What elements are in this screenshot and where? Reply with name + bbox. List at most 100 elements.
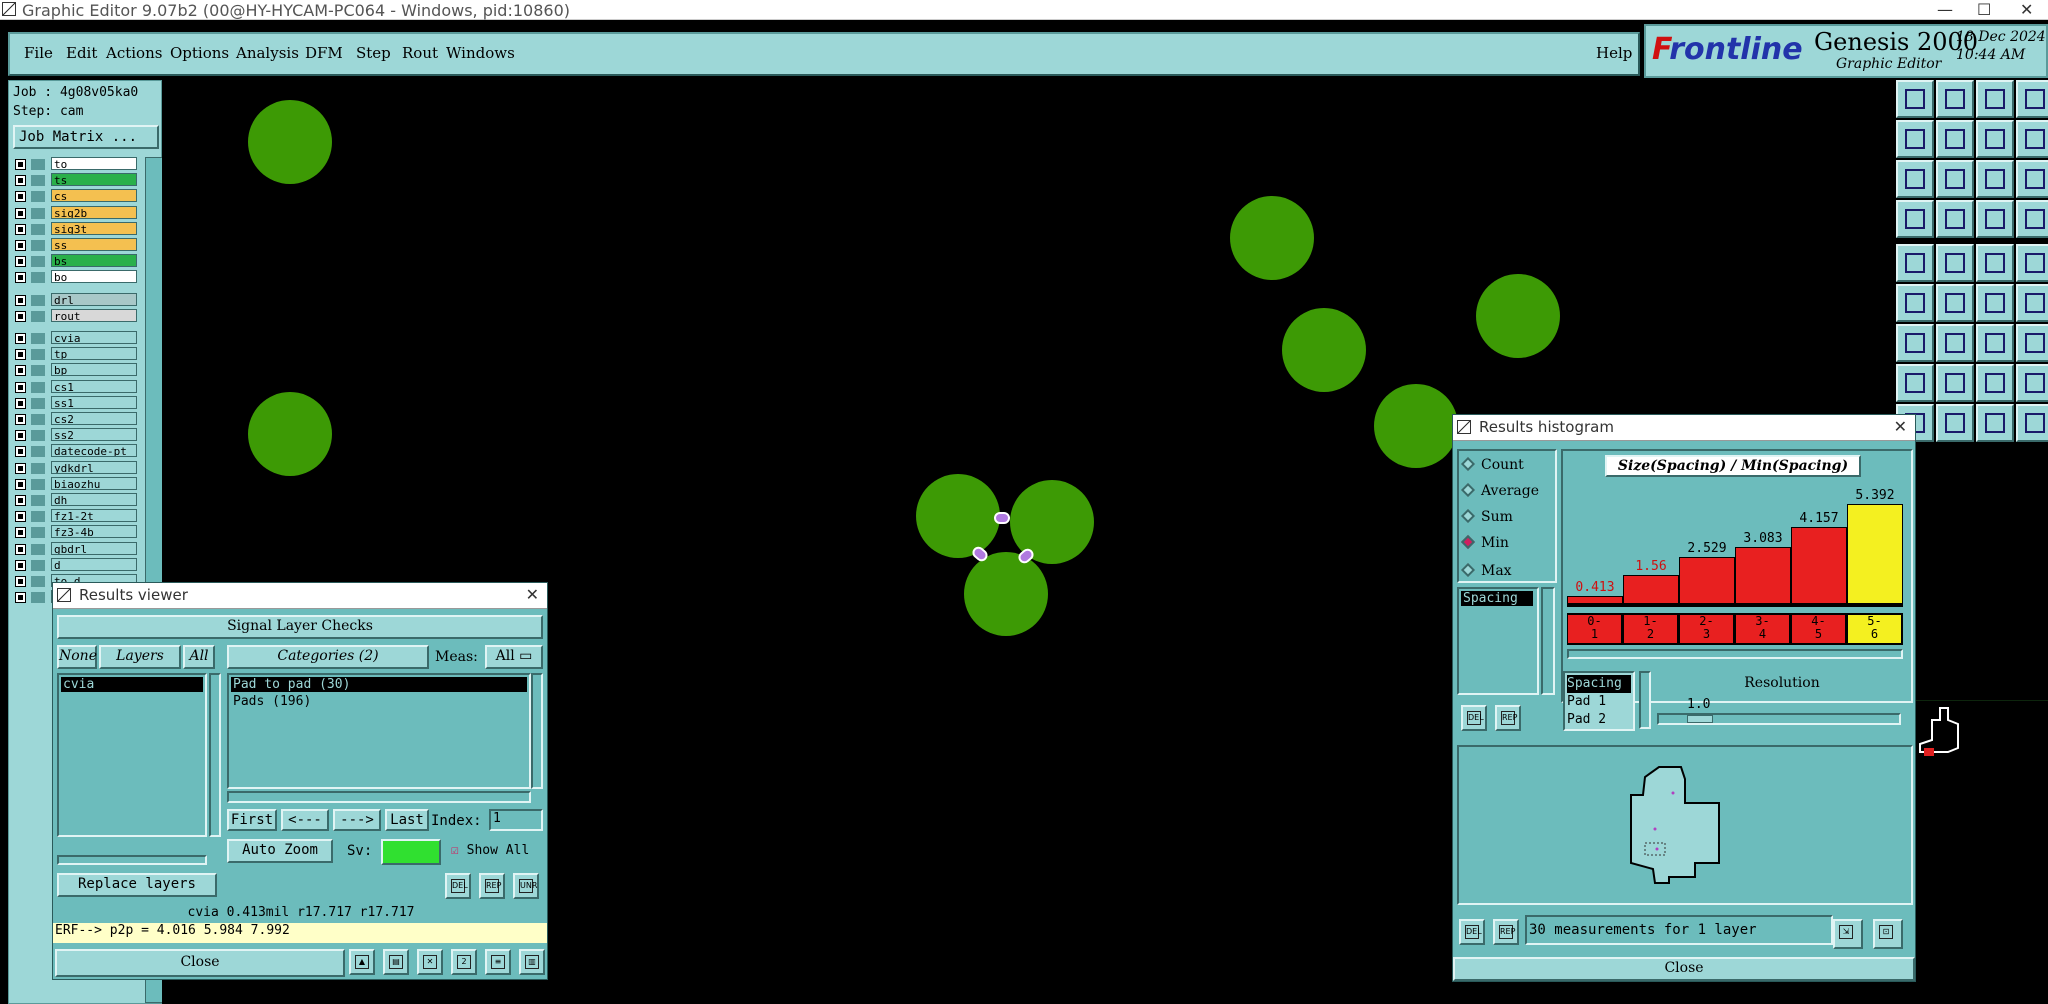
layer-row[interactable]: cs1 [13, 379, 143, 394]
layer-checkbox[interactable] [15, 478, 26, 490]
replace-layers-dropdown[interactable]: Replace layers [57, 873, 217, 897]
bin-label[interactable]: 2- 3 [1680, 615, 1734, 643]
layer-name[interactable]: fz3-4b [51, 525, 137, 539]
bin-label[interactable]: 5- 6 [1848, 615, 1902, 643]
layer-row[interactable]: bo [13, 270, 143, 284]
category-item[interactable]: Pads (196) [231, 694, 527, 709]
layer-checkbox[interactable] [15, 207, 26, 219]
layer-checkbox[interactable] [15, 381, 26, 393]
layer-checkbox[interactable] [15, 446, 26, 458]
tool-button-14[interactable] [1936, 200, 1974, 238]
histogram-bar[interactable] [1847, 504, 1903, 604]
view-button[interactable]: ⊡ [1873, 919, 1903, 949]
all-button[interactable]: All [183, 645, 215, 669]
layer-name[interactable]: bo [51, 270, 137, 284]
layer-checkbox[interactable] [15, 349, 26, 361]
menu-rout[interactable]: Rout [402, 44, 438, 62]
layer-name[interactable]: datecode-pt [51, 444, 137, 458]
tool-button-5[interactable] [1896, 120, 1934, 158]
layer-row[interactable]: cs2 [13, 412, 143, 426]
layer-hscroll[interactable] [57, 855, 207, 865]
measure-list[interactable]: Spacing [1457, 587, 1539, 695]
layer-name[interactable]: drl [51, 292, 137, 306]
tool-button-31[interactable] [1976, 364, 2014, 402]
auto-zoom-dropdown[interactable]: Auto Zoom [227, 839, 333, 863]
category-item[interactable]: Pad to pad (30) [231, 677, 527, 692]
layer-row[interactable]: datecode-pt [13, 444, 143, 458]
tool-icon-b[interactable]: ▤ [383, 949, 409, 975]
layer-name[interactable]: tp [51, 347, 137, 361]
histogram-bar[interactable] [1735, 546, 1791, 604]
layer-row[interactable]: biaozhu [13, 476, 143, 491]
layer-name[interactable]: gbdrl [51, 541, 137, 555]
radio-max[interactable]: Max [1460, 562, 1512, 579]
tool-button-23[interactable] [1976, 284, 2014, 322]
slider-handle[interactable] [1687, 715, 1713, 723]
bin-label[interactable]: 1- 2 [1624, 615, 1678, 643]
layer-row[interactable]: cvia [13, 331, 143, 345]
tool-button-6[interactable] [1936, 120, 1974, 158]
layer-checkbox[interactable] [15, 333, 26, 344]
category-hscroll[interactable] [227, 791, 531, 803]
measure-scroll[interactable] [1541, 587, 1555, 695]
tool-button-17[interactable] [1896, 244, 1934, 282]
tool-button-8[interactable] [2016, 120, 2048, 158]
layer-results-list[interactable]: cvia [57, 673, 207, 837]
layer-row[interactable]: to [13, 157, 143, 171]
job-matrix-button[interactable]: Job Matrix ... [13, 125, 159, 149]
preview-rep-button[interactable]: REP [1493, 919, 1519, 945]
tool-icon-e[interactable]: ≡ [485, 949, 511, 975]
tool-button-24[interactable] [2016, 284, 2048, 322]
layer-name[interactable]: biaozhu [51, 476, 137, 490]
measure-item[interactable]: Spacing [1461, 591, 1533, 606]
menu-step[interactable]: Step [356, 44, 391, 62]
minimize-button[interactable]: — [1937, 0, 1953, 19]
preview-del-button[interactable]: DEL [1459, 919, 1485, 945]
layer-name[interactable]: ss2 [51, 428, 137, 442]
next-button[interactable]: ---> [333, 809, 381, 831]
layer-checkbox[interactable] [15, 576, 26, 587]
unr-button[interactable]: UNR [513, 873, 539, 899]
layer-row[interactable]: dh [13, 493, 143, 507]
layers-button[interactable]: Layers [99, 645, 181, 669]
tool-button-1[interactable] [1896, 80, 1934, 118]
tool-button-36[interactable] [2016, 404, 2048, 442]
layer-row[interactable]: bp [13, 363, 143, 377]
layer-row[interactable]: drl [13, 292, 143, 307]
layer-name[interactable]: cs1 [51, 379, 137, 393]
radio-count[interactable]: Count [1460, 456, 1524, 473]
layer-result-item[interactable]: cvia [61, 677, 203, 692]
layer-name[interactable]: sig2b [51, 205, 137, 219]
first-button[interactable]: First [227, 809, 277, 831]
layer-checkbox[interactable] [15, 559, 26, 571]
rep-button[interactable]: REP [479, 873, 505, 899]
export-button[interactable]: ⇲ [1833, 919, 1863, 949]
bin-label[interactable]: 4- 5 [1792, 615, 1846, 643]
layer-checkbox[interactable] [15, 527, 26, 539]
tool-button-30[interactable] [1936, 364, 1974, 402]
layer-checkbox[interactable] [15, 543, 26, 555]
layer-name[interactable]: d [51, 557, 137, 571]
category-list-scroll[interactable] [531, 673, 543, 789]
hist-rep-button[interactable]: REP [1495, 705, 1521, 731]
tool-button-4[interactable] [2016, 80, 2048, 118]
tool-icon-d[interactable]: 2 [451, 949, 477, 975]
close-icon[interactable]: ✕ [1894, 417, 1907, 436]
layer-row[interactable]: d [13, 557, 143, 572]
tool-button-20[interactable] [2016, 244, 2048, 282]
tool-button-12[interactable] [2016, 160, 2048, 198]
menu-options[interactable]: Options [170, 44, 229, 62]
layer-checkbox[interactable] [15, 191, 26, 203]
tool-button-28[interactable] [2016, 324, 2048, 362]
layer-list-scroll[interactable] [209, 673, 221, 837]
tool-button-10[interactable] [1936, 160, 1974, 198]
layer-name[interactable]: to [51, 157, 137, 170]
tool-icon-f[interactable]: ▥ [519, 949, 545, 975]
layer-name[interactable]: ss1 [51, 395, 137, 409]
signal-layer-checks-header[interactable]: Signal Layer Checks [57, 615, 543, 639]
layer-row[interactable]: rout [13, 308, 143, 323]
bin-label[interactable]: 0- 1 [1568, 615, 1622, 643]
layer-row[interactable]: fz3-4b [13, 525, 143, 539]
tool-button-15[interactable] [1976, 200, 2014, 238]
layer-row[interactable]: fz1-2t [13, 509, 143, 523]
